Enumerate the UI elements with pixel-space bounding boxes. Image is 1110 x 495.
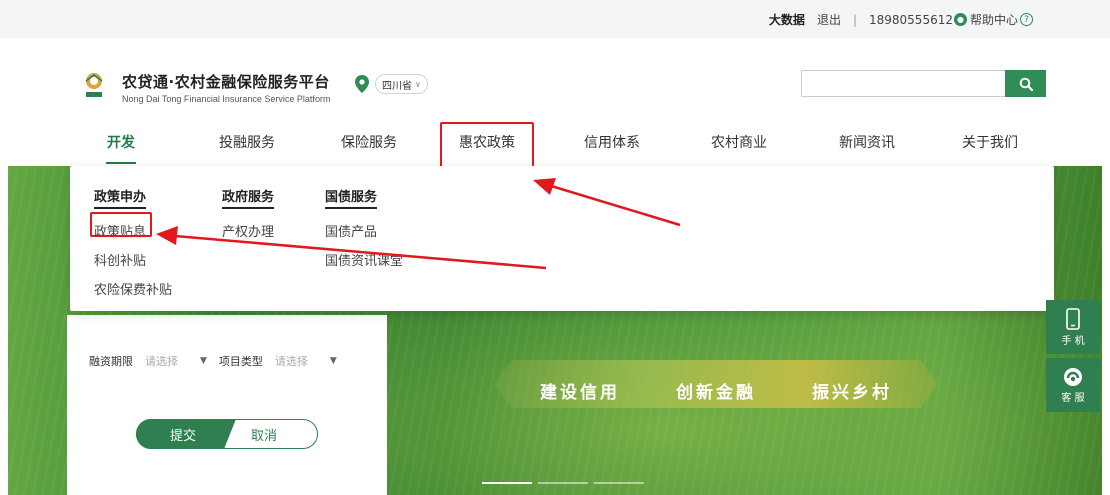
nav-item-investment[interactable]: 投融服务: [192, 132, 302, 152]
customer-service-button[interactable]: 客 服: [1046, 358, 1100, 412]
nav-item-develop[interactable]: 开发: [66, 132, 176, 164]
main-nav: 开发 投融服务 保险服务 惠农政策 信用体系 农村商业 新闻资讯 关于我们: [0, 132, 1110, 166]
carousel-dot-active[interactable]: [482, 482, 532, 484]
carousel-dot[interactable]: [594, 482, 644, 484]
menu-item-insurance-subsidy[interactable]: 农险保费补贴: [94, 279, 172, 298]
menu-item-bond-products[interactable]: 国债产品: [325, 221, 403, 240]
term-select[interactable]: 请选择 ▼: [145, 353, 207, 369]
menu-item-bond-classroom[interactable]: 国债资讯课堂: [325, 250, 403, 269]
chevron-down-icon: ∨: [415, 79, 421, 89]
submit-button[interactable]: 提交: [136, 419, 236, 449]
separator: |: [852, 12, 857, 27]
caret-down-icon: ▼: [329, 356, 337, 366]
location-selector[interactable]: 四川省 ∨: [355, 74, 428, 94]
search-input[interactable]: [801, 70, 1005, 97]
province-dropdown[interactable]: 四川省 ∨: [375, 74, 428, 94]
top-utility-bar: 大数据 退出 | 18980555612 ● 帮助中心 ?: [0, 0, 1110, 38]
menu-heading: 国债服务: [325, 186, 378, 209]
menu-column-policy: 政策申办 政策贴息 科创补贴 农险保费补贴: [94, 186, 172, 298]
province-value: 四川省: [382, 80, 412, 92]
type-select[interactable]: 请选择 ▼: [275, 353, 337, 369]
term-label: 融资期限: [89, 355, 133, 368]
nav-item-credit[interactable]: 信用体系: [557, 132, 667, 152]
logout-link[interactable]: 退出: [817, 11, 841, 28]
dropdown-menu: 政策申办 政策贴息 科创补贴 农险保费补贴 政府服务 产权办理 国债服务 国债产…: [70, 166, 1054, 311]
mobile-label: 手 机: [1061, 335, 1085, 347]
menu-item-innovation-subsidy[interactable]: 科创补贴: [94, 250, 172, 269]
help-center-link[interactable]: 帮助中心: [970, 11, 1018, 28]
term-select-value: 请选择: [145, 355, 178, 368]
big-data-link[interactable]: 大数据: [769, 11, 805, 28]
type-select-value: 请选择: [274, 355, 308, 368]
logo-icon[interactable]: [84, 72, 104, 98]
brand-subtitle: Nong Dai Tong Financial Insurance Servic…: [122, 94, 331, 104]
type-label: 项目类型: [218, 355, 263, 368]
location-pin-icon: [355, 75, 369, 93]
slogan-finance: 创新金融: [676, 383, 756, 403]
mobile-phone-icon: [1066, 307, 1080, 330]
nav-item-insurance[interactable]: 保险服务: [314, 132, 424, 152]
slogan-credit: 建设信用: [540, 383, 620, 403]
form-row: 融资期限 请选择 ▼ 项目类型 请选择 ▼: [89, 353, 337, 369]
nav-item-about[interactable]: 关于我们: [935, 132, 1045, 152]
brand-title: 农贷通·农村金融保险服务平台: [122, 73, 330, 91]
financing-form: 融资期限 请选择 ▼ 项目类型 请选择 ▼ 取消 提交: [67, 315, 387, 495]
annotation-box-nav: [440, 122, 534, 170]
user-icon[interactable]: ●: [953, 13, 967, 26]
search-box: [801, 70, 1046, 97]
search-button[interactable]: [1005, 70, 1046, 97]
menu-heading: 政府服务: [222, 186, 275, 209]
menu-column-bonds: 国债服务 国债产品 国债资讯课堂: [325, 186, 403, 269]
top-links: 大数据 退出 | 18980555612 ● 帮助中心 ?: [769, 11, 1036, 28]
caret-down-icon: ▼: [200, 356, 207, 366]
question-icon[interactable]: ?: [1020, 13, 1033, 26]
search-icon: [1019, 77, 1033, 91]
user-phone[interactable]: 18980555612: [869, 13, 953, 27]
brand[interactable]: 农贷通·农村金融保险服务平台 Nong Dai Tong Financial I…: [122, 71, 330, 104]
nav-item-news[interactable]: 新闻资讯: [812, 132, 922, 152]
menu-column-government: 政府服务 产权办理: [222, 186, 275, 240]
service-label: 客 服: [1061, 392, 1085, 404]
menu-heading: 政策申办: [94, 186, 147, 209]
slogan-village: 振兴乡村: [812, 383, 892, 403]
mobile-app-button[interactable]: 手 机: [1046, 300, 1100, 354]
form-buttons: 取消 提交: [136, 419, 318, 449]
nav-item-commerce[interactable]: 农村商业: [684, 132, 794, 152]
carousel-dot[interactable]: [538, 482, 588, 484]
annotation-box-menu-item: [90, 212, 152, 237]
headset-icon: [1064, 367, 1082, 386]
menu-item-property-rights[interactable]: 产权办理: [222, 221, 274, 240]
